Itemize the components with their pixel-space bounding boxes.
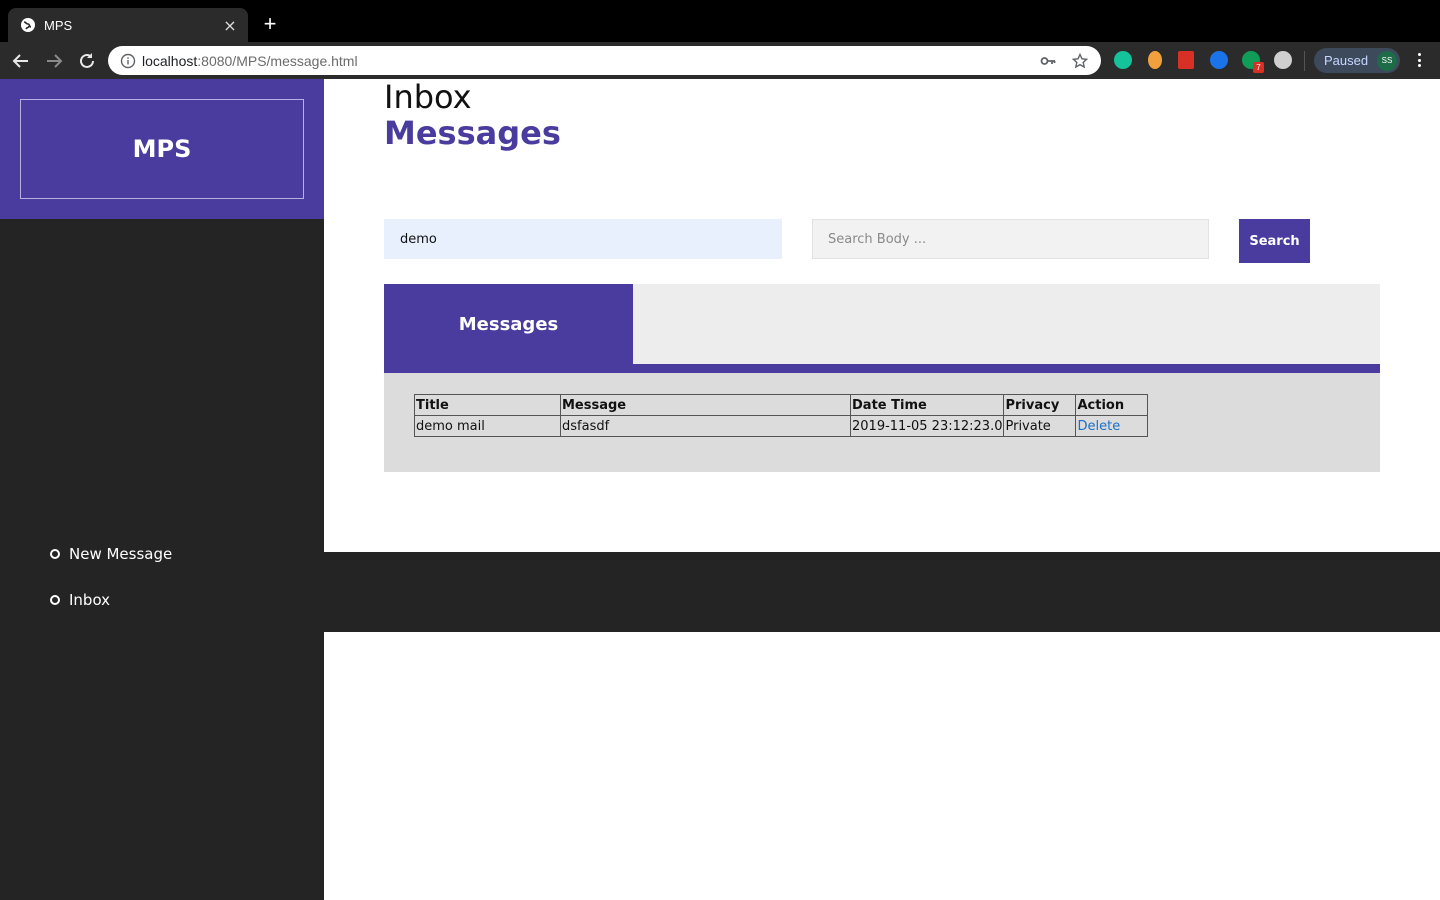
reload-icon[interactable]: [76, 50, 98, 72]
tab-messages[interactable]: Messages: [384, 284, 633, 364]
browser-tab-strip: MPS × +: [0, 0, 1440, 42]
extension-badge: 7: [1253, 62, 1264, 73]
brand-box[interactable]: MPS: [20, 99, 304, 199]
search-button[interactable]: Search: [1239, 219, 1310, 263]
column-header-action: Action: [1075, 394, 1149, 416]
circle-bullet-icon: [50, 549, 60, 559]
profile-status: Paused: [1324, 53, 1369, 68]
cell-title: demo mail: [414, 415, 561, 437]
extension-grey-icon[interactable]: [1274, 51, 1292, 69]
toolbar-separator: [1304, 51, 1305, 71]
panel-divider: [384, 364, 1380, 373]
side-nav: New Message Inbox: [50, 531, 172, 623]
page-subtitle: Messages: [384, 114, 561, 152]
back-arrow-icon[interactable]: [10, 50, 32, 72]
bookmark-extension-icon[interactable]: [1178, 51, 1194, 69]
grammarly-icon[interactable]: [1114, 51, 1132, 69]
table-header-row: Title Message Date Time Privacy Action: [414, 394, 1149, 416]
column-header-title: Title: [414, 394, 561, 416]
cell-action: Delete: [1075, 415, 1149, 437]
column-header-datetime: Date Time: [849, 394, 1005, 416]
tab-title: MPS: [44, 17, 73, 33]
globe-icon: [20, 17, 36, 33]
search-body-input[interactable]: [812, 219, 1209, 259]
sidebar-item-inbox[interactable]: Inbox: [50, 577, 172, 623]
panel-body: Title Message Date Time Privacy Action d…: [384, 373, 1380, 472]
extension-blue-icon[interactable]: [1210, 51, 1228, 69]
url-text: localhost:8080/MPS/message.html: [142, 52, 358, 69]
avatar: SS: [1377, 50, 1397, 71]
key-icon[interactable]: [1037, 50, 1059, 72]
cell-message: dsfasdf: [560, 415, 851, 437]
column-header-message: Message: [560, 394, 851, 416]
sidebar-item-new-message[interactable]: New Message: [50, 531, 172, 577]
star-icon[interactable]: [1069, 50, 1091, 72]
column-header-privacy: Privacy: [1003, 394, 1077, 416]
page-title: Inbox: [384, 78, 472, 116]
info-icon[interactable]: [120, 53, 136, 69]
address-bar[interactable]: localhost:8080/MPS/message.html: [108, 46, 1101, 75]
extension-orange-icon[interactable]: [1148, 51, 1162, 69]
more-menu-icon[interactable]: [1410, 50, 1428, 70]
delete-link[interactable]: Delete: [1077, 419, 1120, 434]
sidebar-item-label: Inbox: [69, 591, 111, 609]
forward-arrow-icon[interactable]: [43, 50, 65, 72]
brand-logo-text: MPS: [132, 135, 192, 163]
search-title-input[interactable]: [384, 219, 782, 259]
browser-toolbar: localhost:8080/MPS/message.html: [0, 42, 1440, 79]
table-row: demo mail dsfasdf 2019-11-05 23:12:23.0 …: [414, 415, 1149, 437]
new-tab-button[interactable]: +: [258, 12, 282, 36]
brand-header: MPS: [0, 79, 324, 219]
messages-table: Title Message Date Time Privacy Action d…: [414, 394, 1149, 437]
sidebar: MPS New Message Inbox: [0, 79, 324, 900]
footer: [324, 552, 1440, 632]
cell-privacy: Private: [1003, 415, 1077, 437]
profile-button[interactable]: Paused SS: [1314, 48, 1400, 73]
sidebar-item-label: New Message: [69, 545, 173, 563]
panel-header: Messages: [384, 284, 1380, 364]
browser-tab[interactable]: MPS ×: [8, 8, 248, 42]
cell-datetime: 2019-11-05 23:12:23.0: [849, 415, 1005, 437]
circle-bullet-icon: [50, 595, 60, 605]
close-icon[interactable]: ×: [222, 16, 238, 35]
